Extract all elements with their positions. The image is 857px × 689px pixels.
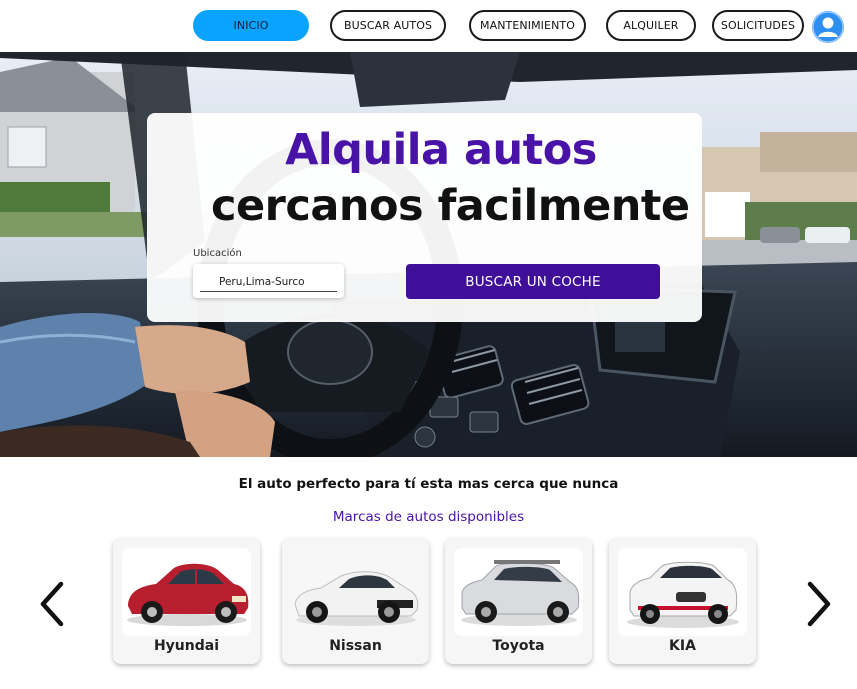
car-image-toyota [454, 548, 583, 636]
section-tagline: El auto perfecto para tí esta mas cerca … [238, 476, 619, 492]
user-avatar-icon[interactable] [812, 11, 844, 43]
car-image-kia [618, 548, 747, 636]
brand-label-toyota: Toyota [492, 638, 545, 654]
hero-title-line2: cercanos facilmente [211, 181, 690, 231]
nav-alquiler[interactable]: ALQUILER [606, 10, 696, 41]
car-image-nissan [291, 548, 420, 636]
carousel-prev-arrow-icon[interactable] [34, 578, 74, 630]
location-input[interactable]: Peru,Lima-Surco [193, 264, 344, 298]
car-image-hyundai [122, 548, 251, 636]
brand-label-kia: KIA [669, 638, 696, 654]
location-input-value: Peru,Lima-Surco [219, 276, 305, 288]
carousel-next-arrow-icon[interactable] [799, 578, 839, 630]
search-car-button[interactable]: BUSCAR UN COCHE [406, 264, 660, 299]
brand-card-nissan[interactable]: Nissan [282, 538, 429, 664]
nav-mantenimiento[interactable]: MANTENIMIENTO [469, 10, 586, 41]
brand-label-hyundai: Hyundai [153, 638, 220, 654]
hero-search-card: Alquila autos cercanos facilmente Ubicac… [147, 113, 702, 322]
brand-card-toyota[interactable]: Toyota [445, 538, 592, 664]
brand-label-nissan: Nissan [329, 638, 382, 654]
nav-solicitudes[interactable]: SOLICITUDES [712, 10, 804, 41]
brand-card-kia[interactable]: KIA [609, 538, 756, 664]
section-subtitle: Marcas de autos disponibles [332, 509, 525, 525]
location-label: Ubicación [193, 248, 242, 259]
nav-buscar-autos[interactable]: BUSCAR AUTOS [330, 10, 446, 41]
hero-banner: Alquila autos cercanos facilmente Ubicac… [0, 52, 857, 457]
top-nav: INICIO BUSCAR AUTOS MANTENIMIENTO ALQUIL… [0, 0, 857, 52]
brand-card-hyundai[interactable]: Hyundai [113, 538, 260, 664]
location-input-underline [200, 291, 337, 292]
nav-inicio[interactable]: INICIO [193, 10, 309, 41]
hero-title-line1: Alquila autos [285, 125, 597, 175]
